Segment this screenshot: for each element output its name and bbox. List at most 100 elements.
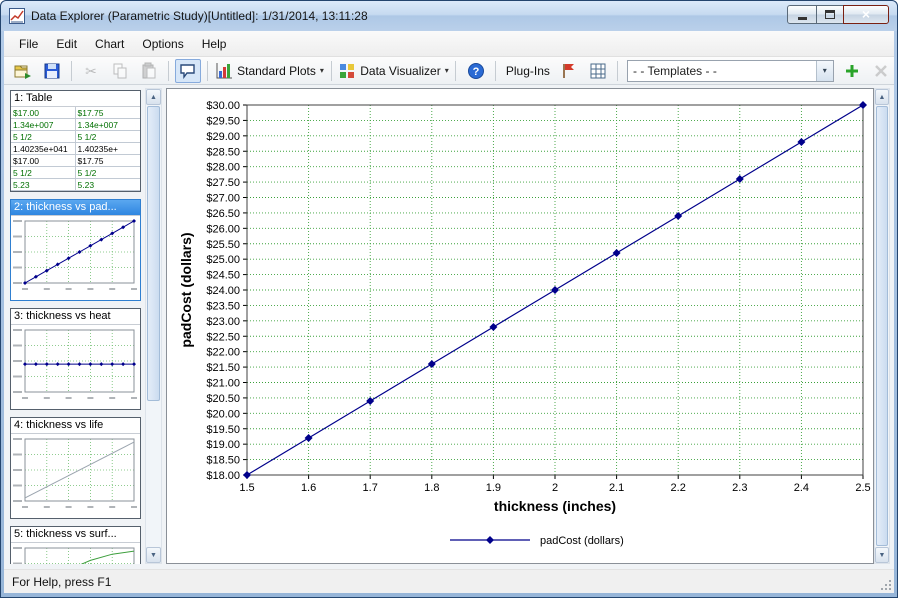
- copy-icon: [111, 62, 129, 80]
- svg-text:✂: ✂: [86, 63, 98, 79]
- data-visualizer-icon: [338, 62, 356, 80]
- chart-scroll-down-button[interactable]: ▼: [875, 547, 889, 563]
- svg-text:$24.00: $24.00: [206, 285, 240, 297]
- menu-item-edit[interactable]: Edit: [47, 31, 86, 56]
- toolbar-separator: [495, 61, 496, 81]
- chart-scrollbar-thumb[interactable]: [876, 106, 888, 546]
- window-controls: ×: [788, 5, 889, 24]
- menu-item-options[interactable]: Options: [133, 31, 192, 56]
- thumbnail-chart: [11, 216, 140, 300]
- copy-button[interactable]: [107, 59, 134, 83]
- table-preview-cell: $17.75: [76, 107, 141, 119]
- open-icon: [14, 62, 32, 80]
- open-button[interactable]: [10, 59, 37, 83]
- sidebar-scrollbar[interactable]: ▲ ▼: [145, 88, 162, 564]
- svg-text:1.5: 1.5: [239, 482, 254, 494]
- close-icon: ×: [862, 6, 870, 23]
- plugins-label: Plug-Ins: [502, 64, 554, 78]
- title-bar[interactable]: Data Explorer (Parametric Study)[Untitle…: [1, 1, 897, 31]
- paste-icon: [140, 62, 158, 80]
- table-preview-cell: 5.23: [76, 179, 141, 191]
- toolbar-separator: [71, 61, 72, 81]
- sidebar-list: 1: Table$17.00$17.751.34e+0071.34e+0075 …: [10, 88, 143, 564]
- arrow-up-icon: ▲: [150, 94, 157, 101]
- table-preview-cell: 5 1/2: [11, 131, 76, 143]
- standard-plots-button[interactable]: Standard Plots▾: [214, 59, 324, 83]
- svg-text:2.3: 2.3: [732, 482, 747, 494]
- chart-scroll-up-button[interactable]: ▲: [875, 89, 889, 105]
- remove-template-button[interactable]: [867, 59, 894, 83]
- table-preview-cell: $17.75: [76, 155, 141, 167]
- toolbar-separator: [617, 61, 618, 81]
- sidebar-item[interactable]: 1: Table$17.00$17.751.34e+0071.34e+0075 …: [10, 90, 141, 192]
- toolbar-separator: [455, 61, 456, 81]
- sidebar-scroll-up-button[interactable]: ▲: [146, 89, 161, 105]
- svg-text:thickness (inches): thickness (inches): [494, 498, 616, 514]
- sidebar-item[interactable]: 3: thickness vs heat: [10, 308, 141, 410]
- table-preview-cell: 5 1/2: [76, 131, 141, 143]
- paste-button[interactable]: [135, 59, 162, 83]
- plugin-grid-button[interactable]: [585, 59, 612, 83]
- save-icon: [43, 62, 61, 80]
- menu-item-file[interactable]: File: [10, 31, 47, 56]
- templates-combobox[interactable]: - - Templates - -▾: [627, 60, 834, 82]
- sidebar-item[interactable]: 4: thickness vs life: [10, 417, 141, 519]
- menu-bar: FileEditChartOptionsHelp: [4, 31, 894, 57]
- sidebar-item-title: 4: thickness vs life: [11, 418, 140, 433]
- grid-icon: [589, 62, 607, 80]
- save-button[interactable]: [39, 59, 66, 83]
- plugin-flag-button[interactable]: [556, 59, 583, 83]
- svg-text:$24.50: $24.50: [206, 270, 240, 282]
- data-visualizer-button[interactable]: Data Visualizer▾: [338, 59, 450, 83]
- sidebar-scrollbar-thumb[interactable]: [147, 106, 160, 401]
- svg-text:$28.50: $28.50: [206, 146, 240, 158]
- sidebar-item[interactable]: 5: thickness vs surf...: [10, 526, 141, 564]
- svg-text:padCost (dollars): padCost (dollars): [178, 232, 194, 347]
- close-x-icon: [872, 62, 890, 80]
- menu-item-help[interactable]: Help: [193, 31, 236, 56]
- table-preview-cell: 5 1/2: [76, 167, 141, 179]
- svg-text:padCost (dollars): padCost (dollars): [540, 535, 624, 547]
- sidebar-item-preview: [11, 433, 140, 518]
- sidebar-scroll-down-button[interactable]: ▼: [146, 547, 161, 563]
- close-button[interactable]: ×: [843, 5, 889, 24]
- resize-grip[interactable]: [879, 578, 893, 592]
- svg-text:$19.50: $19.50: [206, 424, 240, 436]
- maximize-button[interactable]: [816, 5, 844, 24]
- table-preview-cell: $17.00: [11, 107, 76, 119]
- thumbnail-chart: [11, 543, 140, 564]
- cut-button[interactable]: ✂: [78, 59, 105, 83]
- menu-item-chart[interactable]: Chart: [86, 31, 133, 56]
- add-template-button[interactable]: [839, 59, 866, 83]
- chart-scrollbar[interactable]: ▲ ▼: [874, 88, 890, 564]
- svg-text:$23.00: $23.00: [206, 316, 240, 328]
- chart-svg: 1.51.61.71.81.922.12.22.32.42.5$30.00$29…: [167, 89, 874, 564]
- minimize-icon: [798, 17, 807, 20]
- toolbar: ✂Standard Plots▾Data Visualizer▾?Plug-In…: [4, 57, 894, 85]
- arrow-down-icon: ▼: [879, 552, 886, 559]
- minimize-button[interactable]: [787, 5, 817, 24]
- table-preview-cell: 1.40235e+: [76, 143, 141, 155]
- bar-chart-icon: [215, 62, 233, 80]
- svg-text:$23.50: $23.50: [206, 300, 240, 312]
- annotations-button[interactable]: [175, 59, 202, 83]
- chevron-down-icon[interactable]: ▾: [816, 61, 833, 81]
- help-icon: ?: [467, 62, 485, 80]
- thumbnail-chart: [11, 434, 140, 518]
- sidebar-item-preview: [11, 542, 140, 564]
- sidebar-item-title: 1: Table: [11, 91, 140, 106]
- window-title: Data Explorer (Parametric Study)[Untitle…: [31, 9, 368, 23]
- sidebar-item-title: 2: thickness vs pad...: [11, 200, 140, 215]
- app-icon[interactable]: [9, 8, 25, 24]
- help-button[interactable]: ?: [462, 59, 489, 83]
- svg-text:$29.50: $29.50: [206, 115, 240, 127]
- client-area: FileEditChartOptionsHelp ✂ Standard Plots…: [4, 31, 894, 593]
- svg-text:$28.00: $28.00: [206, 162, 240, 174]
- app-window: Data Explorer (Parametric Study)[Untitle…: [0, 0, 898, 598]
- data-visualizer-label: Data Visualizer: [360, 64, 440, 78]
- sidebar-item-preview: [11, 215, 140, 300]
- chevron-down-icon: ▾: [320, 66, 324, 75]
- table-preview-cell: 5.23: [11, 179, 76, 191]
- sidebar-item-title: 3: thickness vs heat: [11, 309, 140, 324]
- sidebar-item[interactable]: 2: thickness vs pad...: [10, 199, 141, 301]
